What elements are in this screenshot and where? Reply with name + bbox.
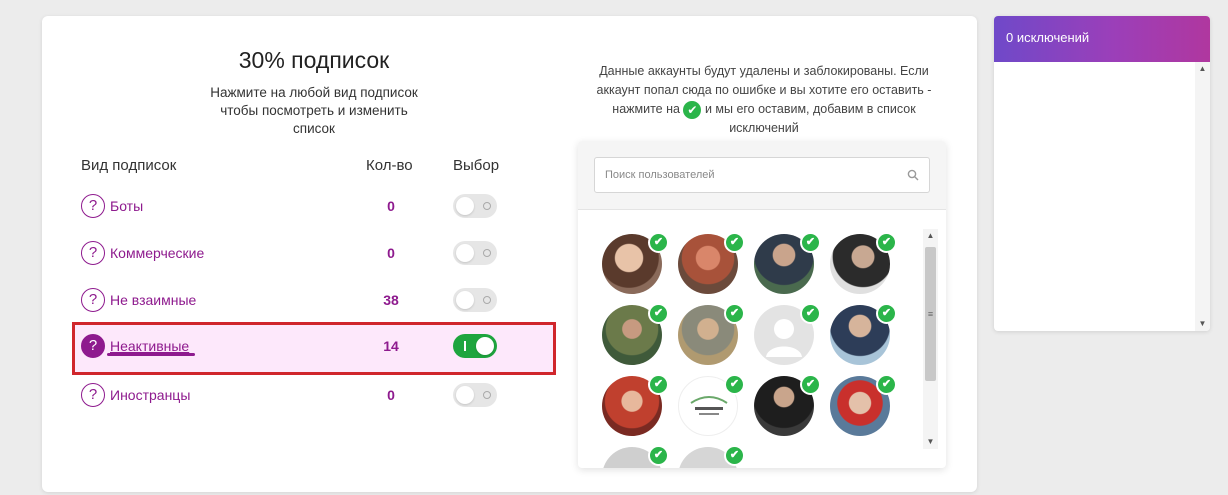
scrollbar-thumb[interactable]: ≡ [925,247,936,381]
subscription-count: 0 [387,245,395,261]
check-circle-icon[interactable]: ✔ [648,445,669,466]
question-circle-icon[interactable]: ? [81,288,105,312]
accounts-scrollbar[interactable]: ▲ ≡ ▼ [923,229,938,449]
info-text-after: и мы его оставим, добавим в список исклю… [704,102,916,135]
exclusions-title: 0 исключений [1006,30,1090,45]
subscription-type-label[interactable]: Коммерческие [110,245,204,261]
account-avatar[interactable]: ✔ [678,374,745,436]
check-circle-icon[interactable]: ✔ [800,374,821,395]
accounts-panel: ✔ ✔ ✔ ✔ ✔ ✔ ✔ [578,141,946,468]
accounts-grid: ✔ ✔ ✔ ✔ ✔ ✔ ✔ ✔ ✔ ✔ ✔ ✔ ✔ ✔ [602,234,912,468]
check-circle-icon[interactable]: ✔ [648,303,669,324]
question-circle-icon[interactable]: ? [81,383,105,407]
check-circle-icon[interactable]: ✔ [648,234,669,253]
scroll-down-arrow-icon[interactable]: ▼ [923,435,938,449]
account-avatar[interactable]: ✔ [602,374,669,436]
account-avatar[interactable]: ✔ [830,303,897,365]
column-header-choice: Выбор [453,157,500,174]
subscription-row-bots[interactable]: ? Боты 0 [72,182,556,230]
check-circle-icon: ✔ [683,100,702,119]
exclusions-panel: 0 исключений ▲ ▼ [994,16,1210,331]
subscription-count: 0 [387,198,395,214]
subscription-count: 14 [383,338,399,354]
panel-header [578,141,946,210]
check-circle-icon[interactable]: ✔ [876,374,897,395]
column-header-type: Вид подписок [81,157,177,174]
exclusions-scrollbar[interactable]: ▲ ▼ [1195,62,1210,331]
select-toggle[interactable] [453,194,497,218]
select-toggle[interactable] [453,288,497,312]
account-avatar[interactable]: ✔ [678,234,745,294]
check-circle-icon[interactable]: ✔ [724,303,745,324]
check-circle-icon[interactable]: ✔ [724,234,745,253]
page-title: 30% подписок [238,47,390,73]
check-circle-icon[interactable]: ✔ [800,303,821,324]
info-text: Данные аккаунты будут удалены и заблокир… [592,62,936,138]
column-header-count: Кол-во [366,157,413,174]
scroll-up-arrow-icon[interactable]: ▲ [1195,62,1210,76]
scroll-down-arrow-icon[interactable]: ▼ [1195,317,1210,331]
label-underline [107,353,195,356]
check-circle-icon[interactable]: ✔ [648,374,669,395]
subscription-row-non-mutual[interactable]: ? Не взаимные 38 [72,276,556,324]
question-circle-icon[interactable]: ? [81,334,105,358]
subscription-type-label[interactable]: Боты [110,198,143,214]
account-avatar[interactable]: ✔ [602,445,669,468]
account-avatar[interactable]: ✔ [678,303,745,365]
account-avatar[interactable]: ✔ [754,234,821,294]
question-circle-icon[interactable]: ? [81,241,105,265]
subscription-row-inactive[interactable]: ? Неактивные 14 [72,322,556,375]
check-circle-icon[interactable]: ✔ [724,374,745,395]
account-avatar[interactable]: ✔ [754,374,821,436]
account-avatar[interactable]: ✔ [602,303,669,365]
subscription-count: 38 [383,292,399,308]
check-circle-icon[interactable]: ✔ [724,445,745,466]
select-toggle[interactable] [453,383,497,407]
check-circle-icon[interactable]: ✔ [800,234,821,253]
account-avatar[interactable]: ✔ [830,234,897,294]
page-subtitle: Нажмите на любой вид подписок чтобы посм… [210,85,418,136]
subscription-type-label[interactable]: Иностранцы [110,387,190,403]
subscription-count: 0 [387,387,395,403]
subscription-type-label[interactable]: Неактивные [110,338,189,354]
subscription-type-label[interactable]: Не взаимные [110,292,196,308]
question-circle-icon[interactable]: ? [81,194,105,218]
scroll-up-arrow-icon[interactable]: ▲ [923,229,938,243]
account-avatar[interactable]: ✔ [830,374,897,436]
search-icon[interactable] [907,169,919,181]
grip-icon: ≡ [927,309,934,319]
account-avatar[interactable]: ✔ [754,303,821,365]
exclusions-header: 0 исключений [994,16,1210,62]
check-circle-icon[interactable]: ✔ [876,303,897,324]
select-toggle[interactable] [453,334,497,358]
search-input[interactable] [605,166,895,184]
subscription-row-commercial[interactable]: ? Коммерческие 0 [72,229,556,277]
check-circle-icon[interactable]: ✔ [876,234,897,253]
account-avatar[interactable]: ✔ [678,445,745,468]
subscription-row-foreigners[interactable]: ? Иностранцы 0 [72,371,556,419]
account-avatar[interactable]: ✔ [602,234,669,294]
select-toggle[interactable] [453,241,497,265]
search-box[interactable] [594,157,930,193]
